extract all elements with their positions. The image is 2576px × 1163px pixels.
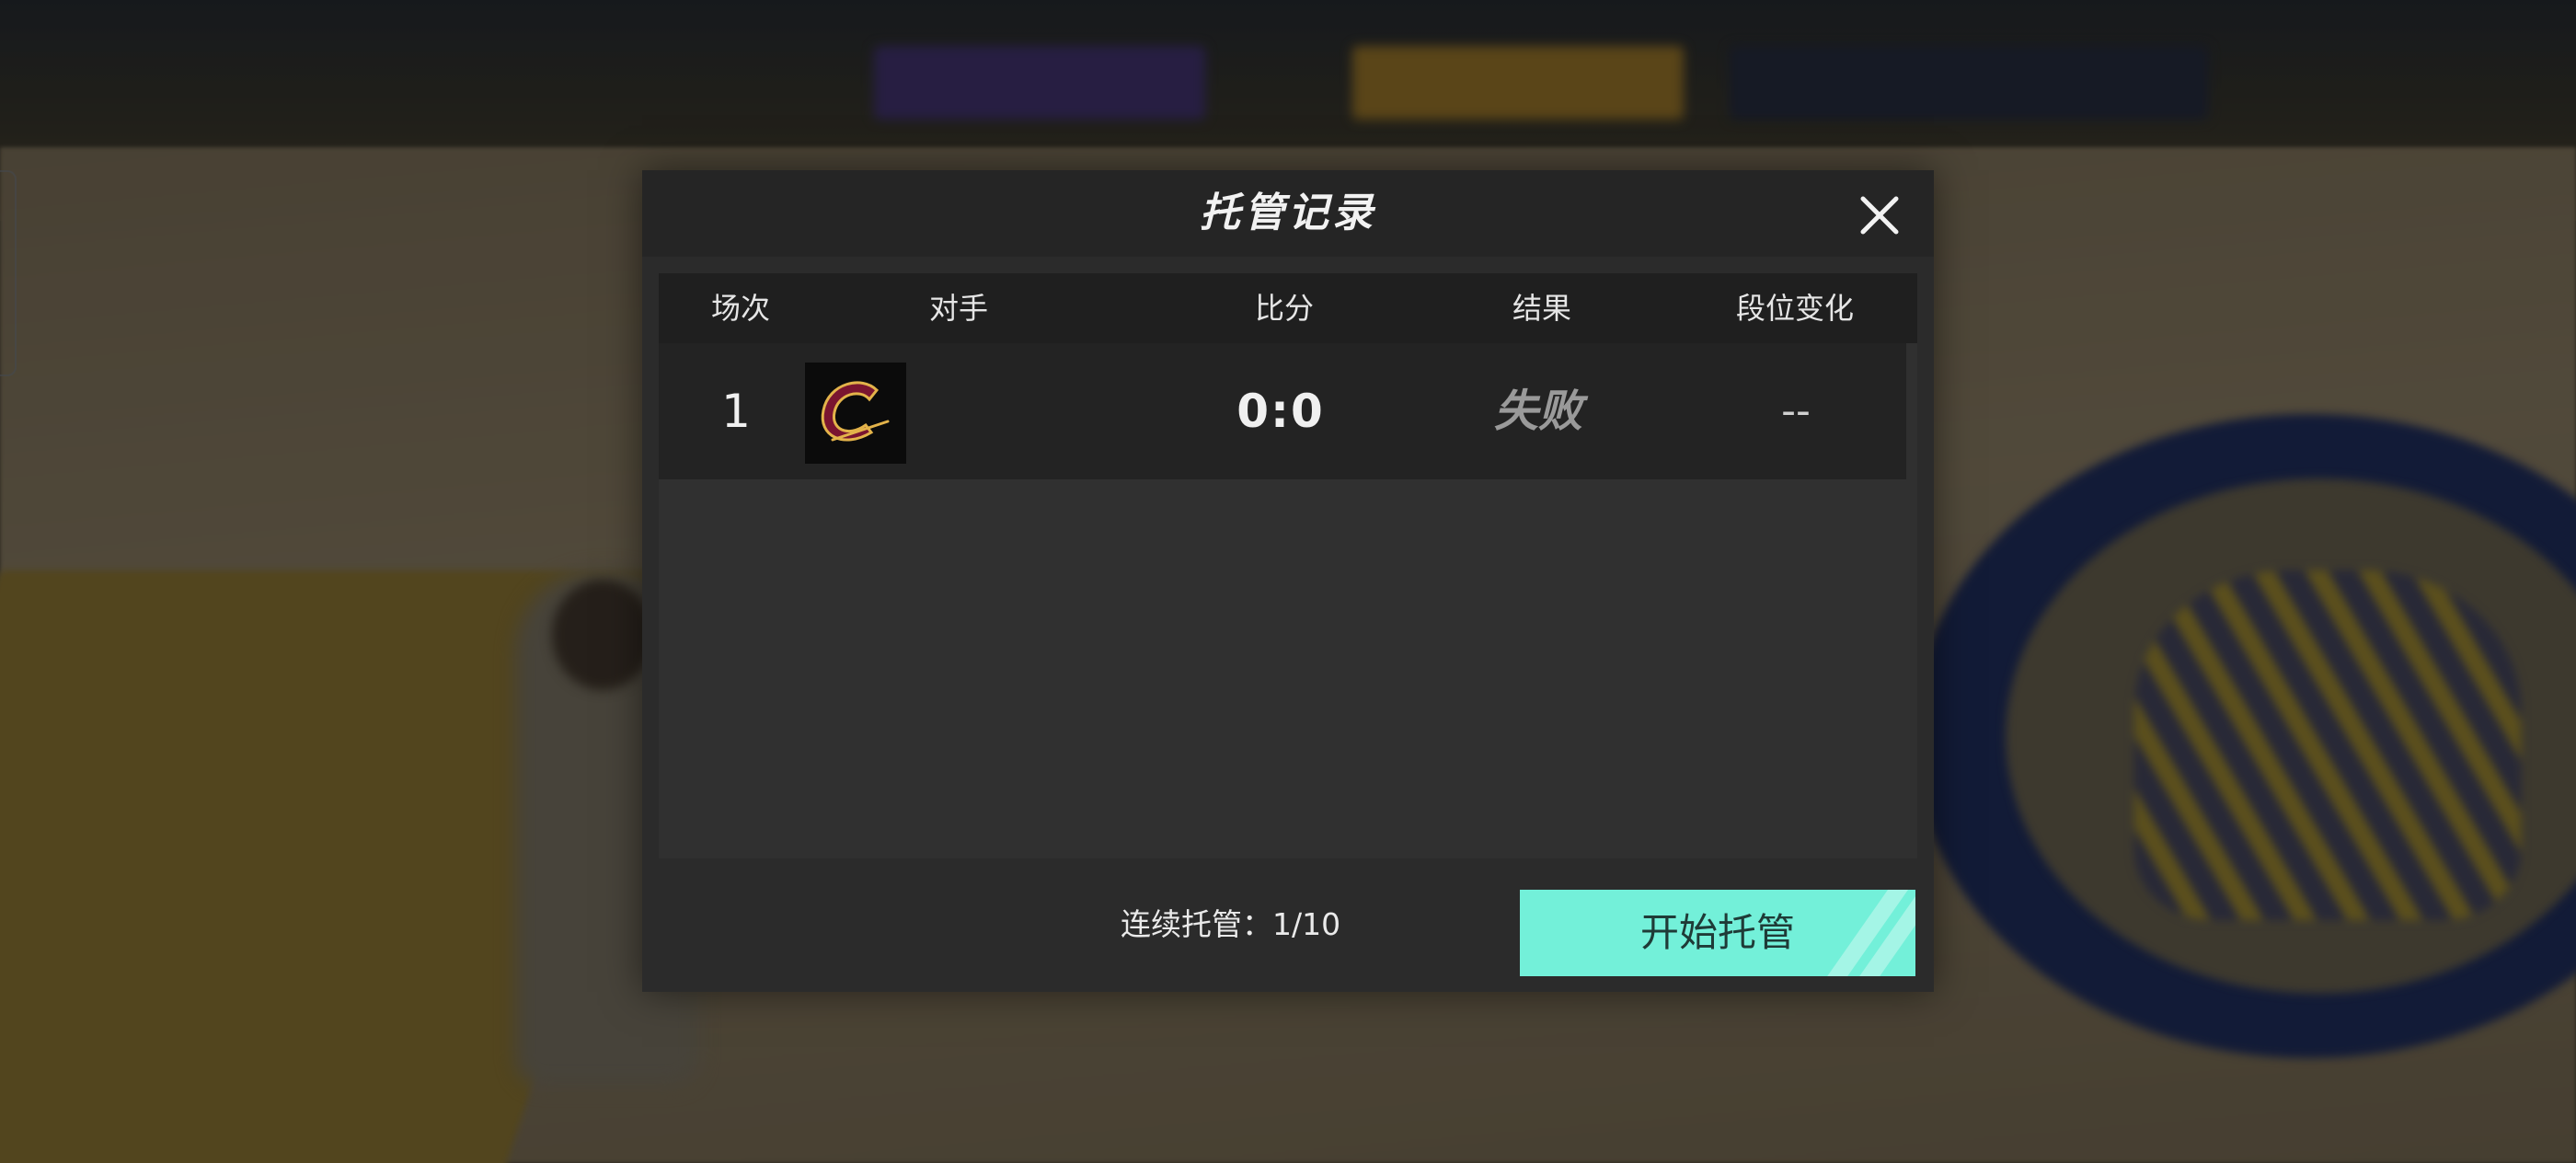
dialog-title: 托管记录: [1200, 190, 1376, 236]
start-auto-play-button[interactable]: 开始托管: [1520, 890, 1915, 976]
column-header-opponent: 对手: [928, 291, 989, 326]
column-header-rank-change: 段位变化: [1735, 291, 1855, 326]
match-result: 失败: [1493, 386, 1583, 437]
table-row[interactable]: 1 0:0 失败 --: [659, 343, 1906, 479]
start-button-label: 开始托管: [1639, 910, 1795, 955]
close-icon: [1860, 196, 1899, 235]
game-screen: 托管记录 场次 对手 比分 结果 段位变化 1 0:0 失败 -- 连续托管：1…: [0, 0, 2576, 1163]
opponent-team-logo: [805, 363, 906, 464]
status-value: 1/10: [1272, 906, 1341, 942]
match-index: 1: [721, 385, 751, 438]
column-header-result: 结果: [1512, 291, 1572, 326]
status-label: 连续托管：: [1121, 906, 1272, 942]
auto-play-records-dialog: 托管记录 场次 对手 比分 结果 段位变化 1 0:0 失败 -- 连续托管：1…: [642, 170, 1934, 992]
close-button[interactable]: [1855, 190, 1904, 240]
column-header-match: 场次: [710, 291, 771, 326]
match-score: 0:0: [1236, 385, 1325, 438]
column-header-score: 比分: [1254, 291, 1315, 326]
rank-change: --: [1781, 387, 1811, 434]
cavaliers-team-logo: [805, 363, 906, 464]
table-header: 场次 对手 比分 结果 段位变化: [659, 273, 1917, 343]
consecutive-auto-play-status: 连续托管：1/10: [1121, 902, 1397, 948]
records-table: 场次 对手 比分 结果 段位变化 1 0:0 失败 --: [659, 273, 1917, 858]
